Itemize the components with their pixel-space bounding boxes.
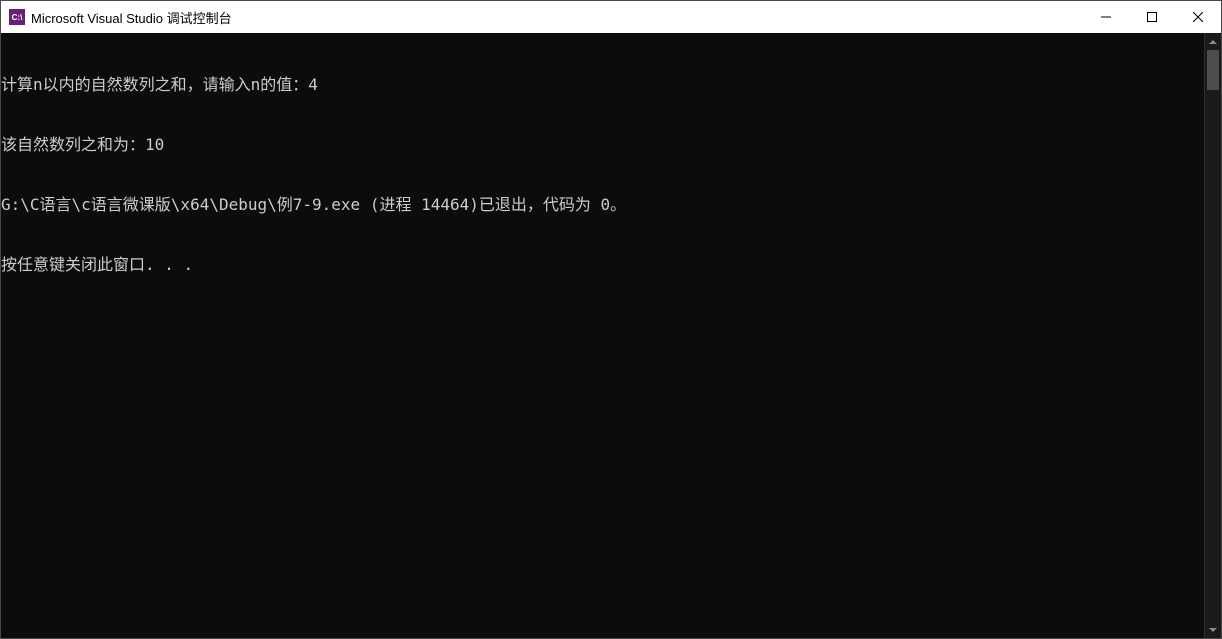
- scroll-thumb[interactable]: [1207, 50, 1219, 90]
- chevron-down-icon: [1209, 628, 1217, 632]
- scroll-up-button[interactable]: [1205, 33, 1221, 50]
- close-button[interactable]: [1175, 1, 1221, 33]
- console-output[interactable]: 计算n以内的自然数列之和，请输入n的值：4 该自然数列之和为：10 G:\C语言…: [1, 33, 1204, 638]
- window-controls: [1083, 1, 1221, 33]
- minimize-icon: [1101, 12, 1111, 22]
- maximize-button[interactable]: [1129, 1, 1175, 33]
- scroll-down-button[interactable]: [1205, 621, 1221, 638]
- maximize-icon: [1147, 12, 1157, 22]
- window-root: C:\ Microsoft Visual Studio 调试控制台: [1, 1, 1221, 638]
- console-line: 该自然数列之和为：10: [1, 135, 1204, 155]
- console-wrap: 计算n以内的自然数列之和，请输入n的值：4 该自然数列之和为：10 G:\C语言…: [1, 33, 1221, 638]
- console-line: 按任意键关闭此窗口. . .: [1, 255, 1204, 275]
- scroll-track[interactable]: [1205, 50, 1221, 621]
- chevron-up-icon: [1209, 40, 1217, 44]
- console-line: G:\C语言\c语言微课版\x64\Debug\例7-9.exe (进程 144…: [1, 195, 1204, 215]
- titlebar[interactable]: C:\ Microsoft Visual Studio 调试控制台: [1, 1, 1221, 33]
- vertical-scrollbar[interactable]: [1204, 33, 1221, 638]
- app-icon: C:\: [9, 9, 25, 25]
- console-line: 计算n以内的自然数列之和，请输入n的值：4: [1, 75, 1204, 95]
- close-icon: [1193, 12, 1203, 22]
- window-title: Microsoft Visual Studio 调试控制台: [31, 8, 1083, 27]
- minimize-button[interactable]: [1083, 1, 1129, 33]
